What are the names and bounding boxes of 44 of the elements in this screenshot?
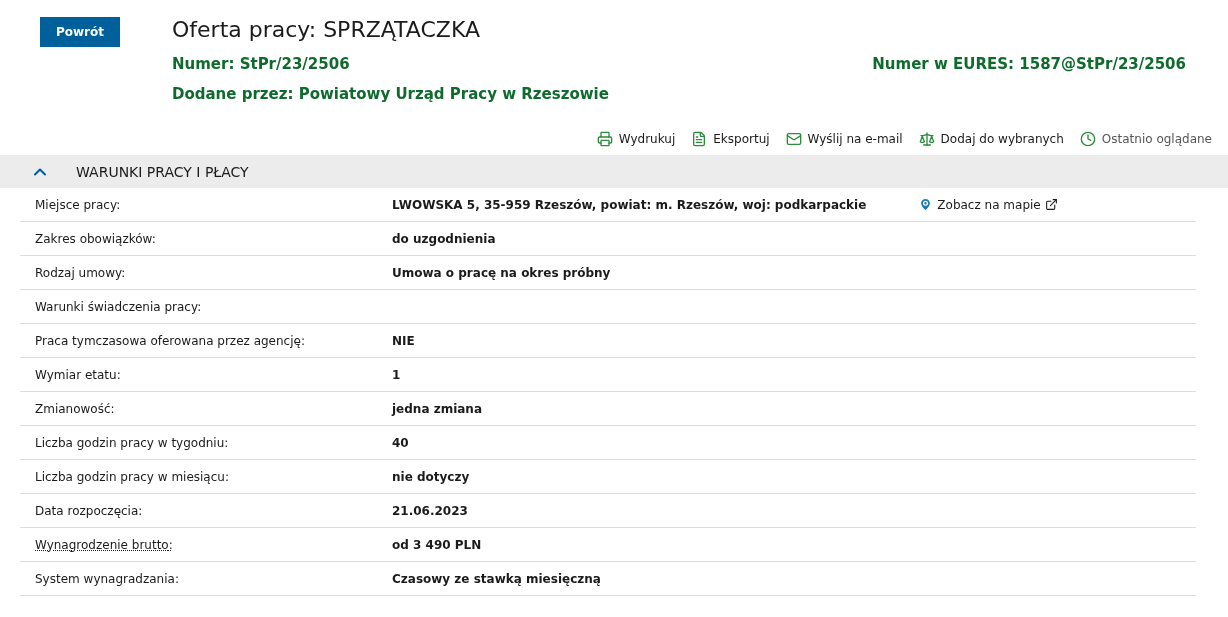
field-value: LWOWSKA 5, 35-959 Rzeszów, powiat: m. Rzeszów, woj: podkarpackie <box>392 197 867 212</box>
field-value: do uzgodnienia <box>392 231 496 246</box>
field-label: Praca tymczasowa oferowana przez agencję: <box>35 333 305 348</box>
page-title: Oferta pracy: SPRZĄTACZKA <box>172 17 481 43</box>
added-by: Dodane przez: Powiatowy Urząd Pracy w Rzeszowie <box>172 85 609 103</box>
map-pin-icon <box>918 197 934 212</box>
action-link[interactable]: Wydrukuj <box>596 123 676 155</box>
field-label: Liczba godzin pracy w tygodniu: <box>35 435 229 450</box>
printer-icon <box>596 131 613 147</box>
external-link-icon <box>1044 198 1058 211</box>
eures-number: Numer w EURES: 1587@StPr/23/2506 <box>872 55 1186 73</box>
section-title: WARUNKI PRACY I PŁACY <box>76 163 249 180</box>
field-value: od 3 490 PLN <box>392 537 482 552</box>
map-link[interactable]: Zobacz na mapie <box>918 197 1058 212</box>
action-link[interactable]: Dodaj do wybranych <box>918 123 1064 155</box>
field-label: Zmianowość: <box>35 401 115 416</box>
clock-icon <box>1079 131 1096 147</box>
field-value: Umowa o pracę na okres próbny <box>392 265 611 280</box>
field-value: 1 <box>392 367 401 382</box>
field-label: System wynagradzania: <box>35 571 179 586</box>
field-value: Czasowy ze stawką miesięczną <box>392 571 601 586</box>
scales-icon <box>918 131 935 147</box>
field-label: Miejsce pracy: <box>35 197 121 212</box>
field-label: Wymiar etatu: <box>35 367 121 382</box>
document-icon <box>691 131 708 147</box>
section-header[interactable]: WARUNKI PRACY I PŁACY <box>0 155 1228 188</box>
field-label: Zakres obowiązków: <box>35 231 156 246</box>
back-button[interactable]: Powrót <box>40 17 120 47</box>
field-label: Data rozpoczęcia: <box>35 503 143 518</box>
field-label: Warunki świadczenia pracy: <box>35 299 202 314</box>
field-label[interactable]: Wynagrodzenie brutto <box>35 537 169 552</box>
offer-number: Numer: StPr/23/2506 <box>172 55 350 73</box>
mail-icon <box>785 131 802 147</box>
field-value: jedna zmiana <box>392 401 482 416</box>
field-label: Liczba godzin pracy w miesiącu: <box>35 469 229 484</box>
field-value: 40 <box>392 435 409 450</box>
action-link[interactable]: Ostatnio oglądane <box>1079 123 1212 155</box>
action-link[interactable]: Eksportuj <box>691 123 770 155</box>
colon: : <box>168 537 173 552</box>
field-value: 21.06.2023 <box>392 503 468 518</box>
field-value: NIE <box>392 333 415 348</box>
action-link[interactable]: Wyślij na e-mail <box>785 123 903 155</box>
field-label: Rodzaj umowy: <box>35 265 126 280</box>
field-value: nie dotyczy <box>392 469 470 484</box>
